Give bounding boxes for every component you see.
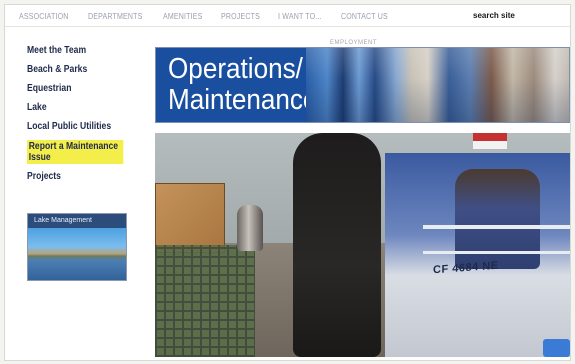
sidebar-item-lake[interactable]: Lake: [27, 102, 113, 114]
photo-blue-bucket: [543, 339, 570, 357]
lake-card-title: Lake Management: [28, 214, 126, 228]
employment-link[interactable]: EMPLOYMENT: [330, 40, 377, 46]
banner-title-block: Operations/ Maintenance: [156, 48, 317, 122]
nav-item-association[interactable]: ASSOCIATION: [19, 12, 69, 21]
nav-item-i-want-to[interactable]: I WANT TO...: [278, 12, 322, 21]
top-navigation: ASSOCIATION DEPARTMENTS AMENITIES PROJEC…: [5, 5, 570, 27]
page-frame: ASSOCIATION DEPARTMENTS AMENITIES PROJEC…: [4, 4, 571, 361]
sidebar-item-beach-parks[interactable]: Beach & Parks: [27, 64, 113, 76]
page-banner: Operations/ Maintenance: [155, 47, 570, 123]
nav-list: ASSOCIATION DEPARTMENTS AMENITIES PROJEC…: [19, 12, 407, 21]
banner-photo-overlay: [306, 48, 569, 122]
photo-cardboard-box: [155, 183, 225, 253]
sidebar: Meet the Team Beach & Parks Equestrian L…: [27, 45, 127, 190]
photo-scuba-tank: [237, 205, 263, 251]
photo-boat-rail-lower: [423, 251, 570, 254]
sidebar-item-report-maintenance-issue[interactable]: Report a Maintenance Issue: [27, 140, 124, 164]
nav-item-departments[interactable]: DEPARTMENTS: [88, 12, 142, 21]
photo-wire-crate: [155, 245, 255, 357]
sidebar-item-projects[interactable]: Projects: [27, 171, 113, 183]
lake-management-card[interactable]: Lake Management: [27, 213, 127, 281]
sidebar-item-equestrian[interactable]: Equestrian: [27, 83, 113, 95]
sidebar-item-meet-the-team[interactable]: Meet the Team: [27, 45, 113, 57]
photo-boat-rail: [423, 225, 570, 229]
search-site-input[interactable]: search site: [473, 11, 515, 20]
nav-item-amenities[interactable]: AMENITIES: [163, 12, 203, 21]
nav-item-contact-us[interactable]: CONTACT US: [341, 12, 388, 21]
banner-photo-strip: [306, 48, 569, 122]
nav-item-projects[interactable]: PROJECTS: [221, 12, 260, 21]
photo-flag: [473, 133, 507, 149]
hero-photo: CF 4684 NE: [155, 133, 570, 357]
photo-seated-worker: [455, 169, 540, 269]
photo-diver: [293, 133, 381, 357]
page-title: Operations/ Maintenance: [168, 53, 318, 116]
lake-photo: [28, 228, 126, 280]
sidebar-item-local-public-utilities[interactable]: Local Public Utilities: [27, 121, 113, 133]
